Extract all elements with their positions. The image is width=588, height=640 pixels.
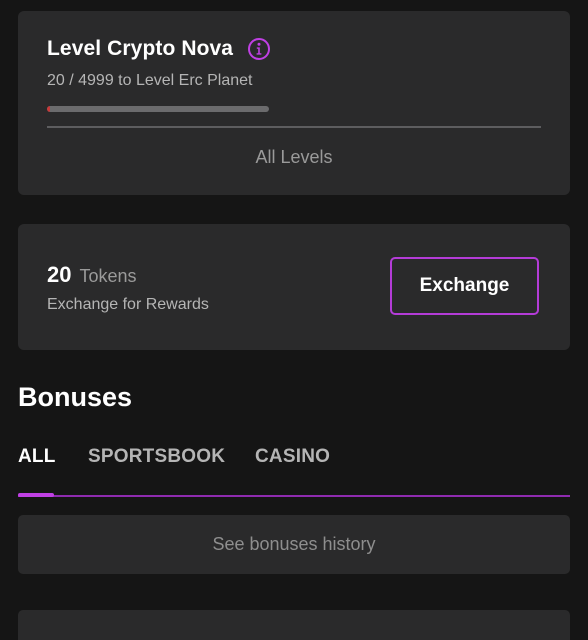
tab-all[interactable]: ALL — [18, 446, 56, 468]
bonuses-tabs: ALL SPORTSBOOK CASINO — [18, 446, 570, 500]
tabs-underline — [18, 495, 570, 497]
rewards-page: Level Crypto Nova 20 / 4999 to Level Erc… — [0, 0, 588, 640]
tokens-count: 20 — [47, 262, 72, 287]
tokens-balance: 20 Tokens — [47, 262, 137, 288]
info-icon[interactable] — [247, 37, 271, 61]
level-progress-text: 20 / 4999 to Level Erc Planet — [47, 72, 253, 89]
divider — [47, 126, 541, 128]
bonuses-heading: Bonuses — [18, 382, 133, 412]
all-levels-link[interactable]: All Levels — [18, 147, 570, 168]
level-title: Level Crypto Nova — [47, 37, 234, 60]
bonus-card — [18, 610, 570, 640]
tokens-subtitle: Exchange for Rewards — [47, 296, 209, 313]
see-bonuses-history-button[interactable]: See bonuses history — [18, 515, 570, 574]
level-title-row: Level Crypto Nova — [47, 37, 271, 61]
level-progress-bar — [47, 106, 269, 112]
exchange-button[interactable]: Exchange — [390, 257, 539, 315]
tab-sportsbook[interactable]: SPORTSBOOK — [88, 446, 225, 468]
level-card: Level Crypto Nova 20 / 4999 to Level Erc… — [18, 11, 570, 195]
tab-casino[interactable]: CASINO — [255, 446, 330, 468]
tokens-unit: Tokens — [79, 266, 137, 286]
tab-active-indicator — [18, 493, 54, 497]
level-progress-fill — [47, 106, 51, 112]
tokens-card: 20 Tokens Exchange for Rewards Exchange — [18, 224, 570, 350]
